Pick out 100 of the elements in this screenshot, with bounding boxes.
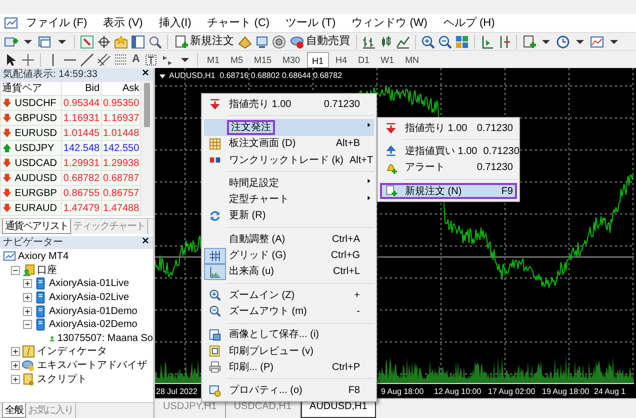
tree-item[interactable]: エキスパートアドバイザ: [37, 358, 147, 374]
tree-item[interactable]: AxioryAsia-01Demo: [49, 304, 138, 319]
expand-icon[interactable]: [23, 306, 32, 316]
panel-title: 気配値表示: 14:59:33: [3, 68, 98, 81]
crosshair-icon[interactable]: [97, 34, 111, 48]
line-chart-icon[interactable]: [396, 34, 410, 48]
scrollbar[interactable]: [141, 81, 153, 216]
menu-item[interactable]: 時間足設定: [204, 175, 374, 192]
tile-windows-icon[interactable]: [455, 34, 469, 48]
window-icon[interactable]: [38, 34, 52, 48]
timeframe-button[interactable]: H1: [307, 52, 329, 68]
template-icon[interactable]: [590, 34, 604, 48]
expand-icon[interactable]: [23, 293, 32, 302]
menu-item[interactable]: 指値売り 1.00 0.71230: [380, 120, 517, 136]
channel-icon[interactable]: [97, 52, 111, 66]
expand-icon[interactable]: [23, 279, 32, 288]
clock-icon[interactable]: [556, 34, 570, 48]
tree-item[interactable]: インディケータ: [37, 344, 107, 360]
menu-item[interactable]: ズームアウト (m) -: [204, 303, 374, 320]
add-indicator-icon[interactable]: [522, 34, 536, 48]
timeframe-button[interactable]: D1: [354, 52, 374, 68]
time-axis-label: 9 Aug 18:00: [381, 387, 424, 396]
chart-shift-icon[interactable]: [480, 34, 494, 48]
menu-item[interactable]: 表示 (V): [95, 14, 151, 32]
time-axis-label: 19 Aug 18:00: [542, 387, 590, 396]
menu-item[interactable]: ズームイン (Z) +: [204, 286, 374, 304]
menu-item[interactable]: 印刷... (P) Ctrl+P: [204, 359, 374, 376]
tree-item[interactable]: Axiory MT4: [18, 249, 69, 264]
dropdown-icon[interactable]: [159, 72, 166, 80]
menu-item[interactable]: 注文発注: [204, 119, 374, 136]
tree-item[interactable]: スクリプト: [37, 372, 87, 387]
candlestick-icon[interactable]: [379, 34, 393, 48]
timeframe-button[interactable]: M1: [202, 52, 224, 68]
menu-item[interactable]: 新規注文 (N) F9: [380, 182, 517, 200]
menu-item[interactable]: 指値売り 1.00 0.71230: [204, 96, 374, 112]
trend-line-icon[interactable]: [80, 52, 94, 66]
signal-icon[interactable]: [272, 34, 286, 48]
bar-chart-icon[interactable]: [362, 34, 376, 48]
cursor-icon[interactable]: [4, 52, 18, 66]
tree-item[interactable]: AxioryAsia-01Live: [49, 276, 130, 292]
menu-item[interactable]: 出来高 (u) Ctrl+L: [204, 264, 374, 280]
menu-item[interactable]: プロパティ... (o) F8: [204, 382, 374, 399]
collapse-icon[interactable]: [11, 266, 20, 275]
menu-item[interactable]: 画像として保存... (i): [204, 326, 374, 343]
menu-item[interactable]: 板注文画面 (D) Alt+B: [204, 136, 374, 152]
menu-item[interactable]: ファイル (F): [18, 14, 96, 32]
tree-item[interactable]: AxioryAsia-02Demo: [49, 317, 138, 332]
timeframe-button[interactable]: M5: [226, 52, 247, 68]
menu-item[interactable]: 更新 (R): [204, 208, 374, 224]
new-chart-icon[interactable]: [4, 34, 18, 48]
crosshair-icon[interactable]: [21, 52, 35, 66]
bid-cell: 1.29931: [62, 156, 102, 170]
menu-item[interactable]: 定型チャート: [204, 191, 374, 208]
collapse-icon[interactable]: [23, 320, 32, 330]
column-header[interactable]: 通貨ペア: [0, 82, 62, 96]
bid-cell: 142.548: [62, 140, 102, 156]
star-folder-icon[interactable]: [114, 34, 128, 48]
menu-item[interactable]: グリッド (G) Ctrl+G: [204, 247, 374, 264]
timeframe-button[interactable]: H4: [332, 52, 352, 68]
menu-item[interactable]: チャート (C): [199, 14, 278, 32]
menu-item[interactable]: 自動調整 (A) Ctrl+A: [204, 231, 374, 248]
symbol-text: EURGBP: [14, 186, 57, 200]
monitor-icon[interactable]: [255, 34, 269, 48]
zoom-out-icon[interactable]: [438, 34, 452, 48]
timeframe-button[interactable]: W1: [376, 52, 398, 68]
panel-tab[interactable]: 通貨ペアリスト: [2, 219, 71, 234]
text-tool-button[interactable]: A: [131, 51, 141, 68]
menu-item[interactable]: アラート 0.71230: [380, 160, 517, 176]
timeframe-button[interactable]: M30: [278, 52, 304, 68]
fibonacci-icon[interactable]: [114, 52, 128, 66]
close-icon[interactable]: [141, 68, 150, 77]
menu-item[interactable]: ウィンドウ (W): [344, 14, 436, 32]
panel-tab[interactable]: 全般: [2, 403, 26, 418]
menu-item[interactable]: ワンクリックトレード (k) Alt+T: [204, 152, 374, 168]
expand-icon[interactable]: [11, 361, 20, 370]
close-icon[interactable]: [141, 236, 150, 245]
timeframe-button[interactable]: MN: [401, 52, 424, 68]
text-label-icon[interactable]: [144, 52, 158, 66]
tree-item[interactable]: AxioryAsia-02Live: [49, 290, 130, 306]
panel-icon[interactable]: [131, 34, 145, 48]
auto-trading-button[interactable]: 自動売買: [289, 33, 351, 50]
menu-item[interactable]: ツール (T): [278, 14, 344, 32]
tree-item[interactable]: 13075507: Maana So: [57, 330, 153, 346]
server-icon: [34, 318, 47, 332]
menu-item[interactable]: 挿入(I): [150, 14, 200, 32]
timeframe-button[interactable]: M15: [250, 52, 276, 68]
menu-item[interactable]: 逆指値買い 1.00 0.71230: [380, 143, 517, 160]
zoom-in-icon[interactable]: [421, 34, 435, 48]
market-watch-icon[interactable]: [80, 34, 94, 48]
menu-item[interactable]: ヘルプ (H): [435, 14, 503, 32]
expand-icon[interactable]: [11, 374, 20, 384]
expand-icon[interactable]: [11, 347, 20, 356]
new-order-button[interactable]: 新規注文: [173, 33, 235, 50]
table-icon: [208, 136, 222, 151]
print-preview-icon: [208, 344, 222, 358]
tree-item[interactable]: 口座: [37, 262, 57, 278]
indicator-icon: [22, 345, 35, 358]
volume-icon: [208, 264, 222, 279]
menu-item[interactable]: 印刷プレビュー (v): [204, 342, 374, 360]
magnifier-icon[interactable]: [148, 34, 162, 48]
